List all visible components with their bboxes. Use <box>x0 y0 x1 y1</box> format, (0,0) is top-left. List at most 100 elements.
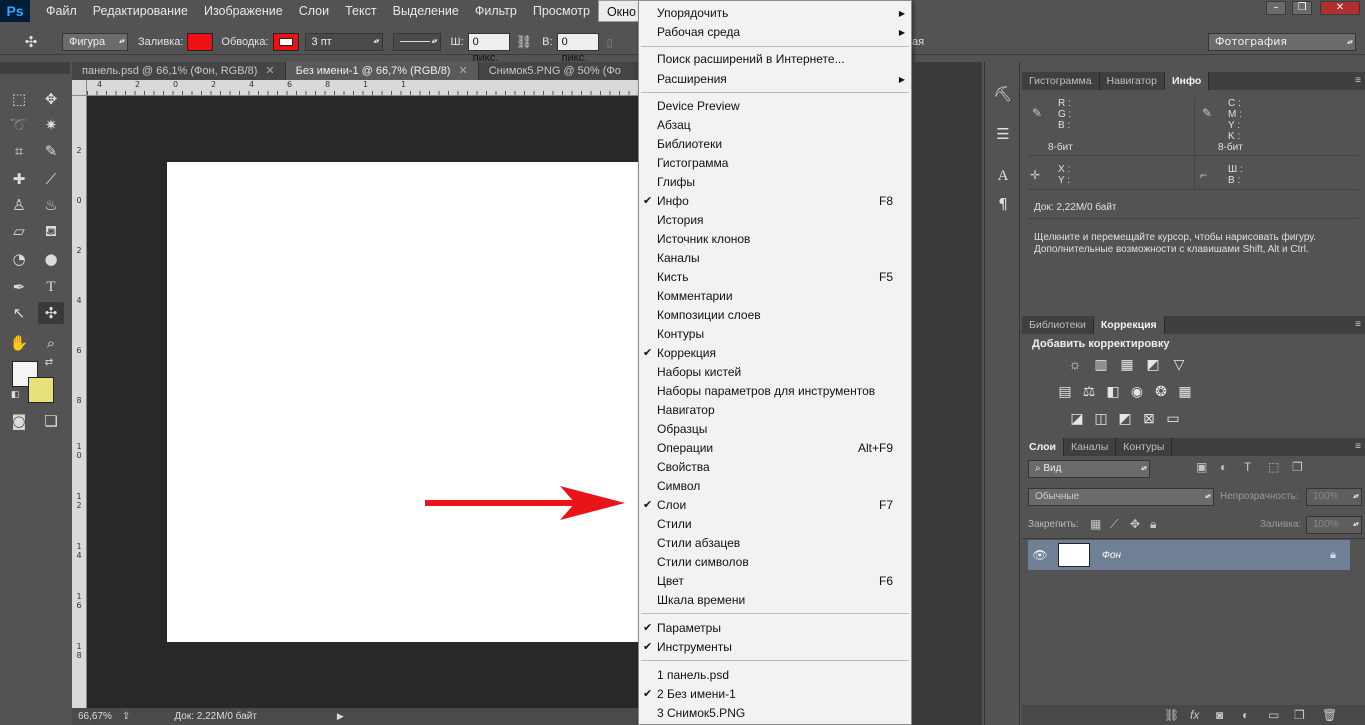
gradient-map-icon[interactable]: ▭ <box>1164 409 1182 427</box>
blur-tool-icon[interactable]: ◔ <box>6 248 32 270</box>
window-menu-item[interactable]: Шкала времени <box>639 591 911 610</box>
quick-mask-icon[interactable]: ◙ <box>6 410 32 432</box>
lock-pixels-icon[interactable]: ⟋ <box>1110 517 1118 532</box>
tool-presets-icon[interactable]: ☰ <box>993 124 1013 144</box>
menu-image[interactable]: Изображение <box>196 0 291 22</box>
window-menu-item[interactable]: История <box>639 211 911 230</box>
restore-button[interactable]: ❐ <box>1292 1 1312 15</box>
window-menu-item[interactable]: Глифы <box>639 173 911 192</box>
menu-select[interactable]: Выделение <box>385 0 467 22</box>
menu-file[interactable]: Файл <box>38 0 85 22</box>
menu-type[interactable]: Текст <box>337 0 384 22</box>
history-brush-icon[interactable]: ♨ <box>38 194 64 216</box>
window-menu-item[interactable]: Кисть F5 <box>639 268 911 287</box>
export-icon[interactable]: ⇪ <box>122 711 130 722</box>
window-menu-item[interactable]: Каналы <box>639 249 911 268</box>
tab-layers[interactable]: Слои <box>1022 438 1064 456</box>
stroke-type-select[interactable] <box>392 33 441 51</box>
menu-edit[interactable]: Редактирование <box>85 0 196 22</box>
crop-tool-icon[interactable]: ⌗ <box>6 140 32 162</box>
window-menu-item[interactable]: ✔ Инфо F8 <box>639 192 911 211</box>
hue-saturation-icon[interactable]: ▤ <box>1056 382 1074 400</box>
window-menu-item[interactable]: ✔ Коррекция <box>639 344 911 363</box>
paint-bucket-icon[interactable]: ⛾ <box>38 220 64 242</box>
filter-type-icon[interactable]: T <box>1244 460 1251 474</box>
layer-name[interactable]: Фон <box>1102 550 1121 561</box>
ruler-origin[interactable] <box>72 80 87 96</box>
lock-all-icon[interactable]: 🔒︎ <box>1150 517 1156 532</box>
window-menu-item[interactable]: Поиск расширений в Интернете... <box>639 50 911 69</box>
window-menu-item[interactable]: Библиотеки <box>639 135 911 154</box>
type-tool-icon[interactable]: T <box>38 276 64 298</box>
window-menu-item[interactable]: Абзац <box>639 116 911 135</box>
background-color-swatch[interactable] <box>28 377 54 403</box>
menu-filter[interactable]: Фильтр <box>467 0 525 22</box>
add-mask-icon[interactable]: ◙ <box>1216 708 1223 722</box>
vibrance-icon[interactable]: ▽ <box>1170 355 1188 373</box>
window-menu-item[interactable]: Операции Alt+F9 <box>639 439 911 458</box>
window-menu-item[interactable]: ✔ Параметры <box>639 619 911 638</box>
tab-libraries[interactable]: Библиотеки <box>1022 316 1094 334</box>
path-select-icon[interactable]: ↖ <box>6 302 32 324</box>
stamp-tool-icon[interactable]: ♙ <box>6 194 32 216</box>
window-menu-item[interactable]: Гистограмма <box>639 154 911 173</box>
window-menu-item[interactable]: Упорядочить ▶ <box>639 4 911 23</box>
width-field[interactable]: 0 пикс. <box>467 33 510 64</box>
vertical-ruler[interactable]: 2 0 2 4 6 8 1 0 1 2 1 4 1 6 1 8 <box>72 96 87 708</box>
marquee-tool-icon[interactable]: ⬚ <box>6 88 32 110</box>
height-field[interactable]: 0 пикс. <box>556 33 599 64</box>
opacity-field[interactable]: 100% <box>1306 488 1362 506</box>
window-menu-item[interactable]: Навигатор <box>639 401 911 420</box>
zoom-tool-icon[interactable]: ⌕ <box>38 332 64 354</box>
filter-adjust-icon[interactable]: ◐ <box>1220 460 1227 474</box>
close-button[interactable]: ✕ <box>1320 1 1360 15</box>
new-layer-icon[interactable]: ❐ <box>1294 708 1305 722</box>
tab-navigator[interactable]: Навигатор <box>1100 72 1165 90</box>
link-layers-icon[interactable]: ⛓ <box>1164 708 1179 722</box>
status-menu-arrow-icon[interactable]: ▶ <box>337 711 344 722</box>
new-group-icon[interactable]: ▭ <box>1268 708 1279 722</box>
stroke-width-field[interactable]: 3 пт <box>304 33 383 51</box>
color-balance-icon[interactable]: ⚖ <box>1080 382 1098 400</box>
screen-mode-icon[interactable]: ❏ <box>38 410 64 432</box>
document-canvas[interactable] <box>167 162 638 642</box>
fill-color-swatch[interactable] <box>187 33 214 51</box>
trash-icon[interactable]: 🗑︎ <box>1322 708 1337 722</box>
close-icon[interactable]: ✕ <box>265 65 274 77</box>
workspace-select[interactable]: Фотография <box>1208 33 1356 51</box>
tab-adjustments[interactable]: Коррекция <box>1093 316 1165 334</box>
custom-shape-icon[interactable]: ✣ <box>38 302 64 324</box>
tab-histogram[interactable]: Гистограмма <box>1022 72 1100 90</box>
filter-smart-icon[interactable]: ❐ <box>1292 460 1303 474</box>
new-adjustment-icon[interactable]: ◐ <box>1242 708 1249 722</box>
invert-icon[interactable]: ◪ <box>1068 409 1086 427</box>
menu-view[interactable]: Просмотр <box>525 0 598 22</box>
move-tool-icon[interactable]: ✥ <box>38 88 64 110</box>
window-menu-item[interactable]: Комментарии <box>639 287 911 306</box>
zoom-level[interactable]: 66,67% <box>78 711 116 722</box>
tab-snimok5[interactable]: Снимок5.PNG @ 50% (Фо <box>478 62 631 80</box>
window-menu-item[interactable]: Контуры <box>639 325 911 344</box>
eyedropper-icon[interactable]: ✎ <box>38 140 64 162</box>
eye-visibility-icon[interactable]: 👁︎ <box>1028 548 1052 562</box>
layer-filter-select[interactable]: ⌕ Вид <box>1028 460 1150 478</box>
tab-panel-psd[interactable]: панель.psd @ 66,1% (Фон, RGB/8) ✕ <box>72 62 286 80</box>
lasso-tool-icon[interactable]: ➰ <box>6 114 32 136</box>
shape-tool-icon[interactable]: ✣ <box>0 33 62 51</box>
close-icon[interactable]: ✕ <box>458 65 467 77</box>
window-menu-item[interactable]: ✔ Инструменты <box>639 638 911 657</box>
layer-style-icon[interactable]: fx <box>1190 708 1199 722</box>
swap-colors-icon[interactable]: ⇄ <box>42 356 56 370</box>
tab-info[interactable]: Инфо <box>1164 72 1210 90</box>
exposure-icon[interactable]: ◩ <box>1144 355 1162 373</box>
panel-menu-icon[interactable]: ≡ <box>1355 441 1361 452</box>
fill-opacity-field[interactable]: 100% <box>1306 516 1362 534</box>
brightness-contrast-icon[interactable]: ☼ <box>1066 355 1084 373</box>
photo-filter-icon[interactable]: ◉ <box>1128 382 1146 400</box>
window-menu-item[interactable]: 1 панель.psd <box>639 666 911 685</box>
black-white-icon[interactable]: ◧ <box>1104 382 1122 400</box>
layer-row-background[interactable]: 👁︎ Фон 🔒︎ <box>1028 540 1350 570</box>
window-menu-item[interactable]: Расширения ▶ <box>639 70 911 89</box>
panel-menu-icon[interactable]: ≡ <box>1355 75 1361 86</box>
path-ops-icon[interactable]: ▯ <box>607 36 613 49</box>
